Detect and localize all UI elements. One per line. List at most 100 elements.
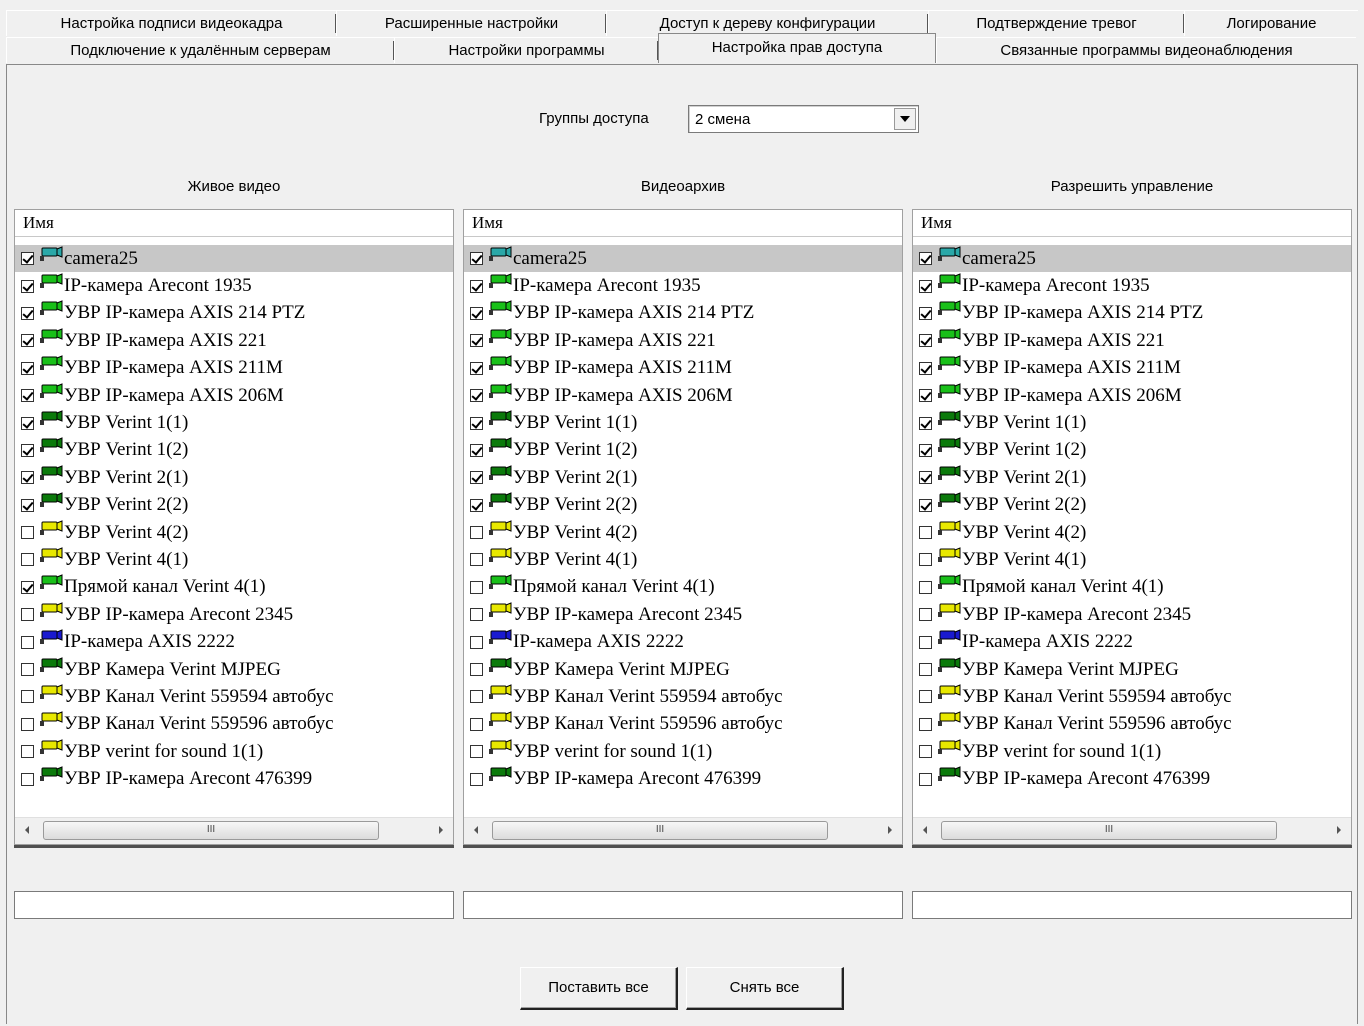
list-item[interactable]: camera25 — [913, 245, 1351, 273]
checkbox[interactable] — [21, 443, 34, 457]
checkbox[interactable] — [919, 279, 932, 293]
allow-control-filter-field[interactable] — [912, 891, 1352, 919]
list-item[interactable]: УВР Канал Verint 559594 автобус — [15, 683, 453, 710]
list-item[interactable]: УВР Verint 2(1) — [464, 464, 902, 491]
list-item[interactable]: УВР IP-камера AXIS 211M — [15, 355, 453, 382]
list-item[interactable]: УВР IP-камера AXIS 214 PTZ — [464, 300, 902, 327]
checkbox[interactable] — [21, 690, 34, 704]
checkbox[interactable] — [919, 443, 932, 457]
list-item[interactable]: УВР Verint 1(1) — [15, 409, 453, 436]
list-item[interactable]: УВР IP-камера AXIS 221 — [464, 327, 902, 354]
list-item[interactable]: УВР Verint 1(2) — [464, 437, 902, 464]
checkbox[interactable] — [470, 526, 483, 540]
list-item[interactable]: УВР IP-камера AXIS 206M — [913, 382, 1351, 409]
tab-remote-servers[interactable]: Подключение к удалённым серверам — [6, 37, 394, 63]
list-item[interactable]: УВР Канал Verint 559596 автобус — [15, 711, 453, 738]
scroll-right-icon[interactable] — [439, 826, 443, 834]
scroll-left-icon[interactable] — [474, 826, 478, 834]
checkbox[interactable] — [21, 526, 34, 540]
checkbox[interactable] — [919, 416, 932, 430]
checkbox[interactable] — [919, 389, 932, 403]
list-item[interactable]: УВР IP-камера Arecont 476399 — [464, 765, 902, 792]
checkbox[interactable] — [21, 252, 34, 266]
checkbox[interactable] — [919, 772, 932, 786]
tab-linked-programs[interactable]: Связанные программы видеонаблюдения — [936, 37, 1356, 63]
checkbox[interactable] — [919, 252, 932, 266]
checkbox[interactable] — [21, 416, 34, 430]
checkbox[interactable] — [919, 580, 932, 594]
list-item[interactable]: УВР Verint 2(2) — [464, 492, 902, 519]
checkbox[interactable] — [470, 279, 483, 293]
checkbox[interactable] — [919, 608, 932, 622]
tab-program-settings[interactable]: Настройки программы — [394, 37, 658, 63]
list-item[interactable]: УВР Verint 2(1) — [913, 464, 1351, 491]
checkbox[interactable] — [470, 717, 483, 731]
list-item[interactable]: УВР Verint 1(2) — [913, 437, 1351, 464]
checkbox[interactable] — [919, 471, 932, 485]
tab-advanced-settings[interactable]: Расширенные настройки — [336, 10, 606, 36]
list-item[interactable]: УВР IP-камера AXIS 211M — [464, 355, 902, 382]
list-item[interactable]: УВР Verint 2(2) — [15, 492, 453, 519]
list-item[interactable]: УВР Verint 1(1) — [464, 409, 902, 436]
horizontal-scrollbar[interactable]: III — [15, 817, 453, 844]
scroll-right-icon[interactable] — [1337, 826, 1341, 834]
list-item[interactable]: УВР IP-камера AXIS 221 — [15, 327, 453, 354]
list-item[interactable]: УВР IP-камера Arecont 2345 — [15, 601, 453, 628]
checkbox[interactable] — [470, 498, 483, 512]
checkbox[interactable] — [470, 389, 483, 403]
scroll-thumb[interactable]: III — [941, 821, 1277, 840]
list-item[interactable]: IP-камера Arecont 1935 — [15, 272, 453, 299]
list-header-name[interactable]: Имя — [15, 210, 453, 237]
checkbox[interactable] — [21, 306, 34, 320]
list-item[interactable]: IP-камера AXIS 2222 — [15, 628, 453, 655]
list-item[interactable]: Прямой канал Verint 4(1) — [464, 574, 902, 601]
list-item[interactable]: УВР Канал Verint 559596 автобус — [464, 711, 902, 738]
live-video-filter-field[interactable] — [14, 891, 454, 919]
checkbox[interactable] — [21, 471, 34, 485]
checkbox[interactable] — [919, 334, 932, 348]
scroll-left-icon[interactable] — [25, 826, 29, 834]
checkbox[interactable] — [470, 772, 483, 786]
scroll-right-icon[interactable] — [888, 826, 892, 834]
list-item[interactable]: УВР Камера Verint MJPEG — [15, 656, 453, 683]
list-item[interactable]: УВР Verint 4(1) — [913, 546, 1351, 573]
list-item[interactable]: УВР IP-камера Arecont 476399 — [15, 765, 453, 792]
list-item[interactable]: Прямой канал Verint 4(1) — [15, 574, 453, 601]
checkbox[interactable] — [470, 471, 483, 485]
checkbox[interactable] — [21, 334, 34, 348]
checkbox[interactable] — [21, 772, 34, 786]
video-archive-list[interactable]: Имя camera25 IP-камера Arecont 1935 УВР IP… — [463, 209, 903, 845]
list-item[interactable]: УВР IP-камера Arecont 2345 — [913, 601, 1351, 628]
list-item[interactable]: УВР IP-камера AXIS 214 PTZ — [913, 300, 1351, 327]
list-item[interactable]: УВР IP-камера AXIS 206M — [464, 382, 902, 409]
checkbox[interactable] — [919, 361, 932, 375]
checkbox[interactable] — [919, 745, 932, 759]
checkbox[interactable] — [21, 389, 34, 403]
list-item[interactable]: УВР Verint 4(2) — [913, 519, 1351, 546]
list-item[interactable]: УВР Канал Verint 559596 автобус — [913, 711, 1351, 738]
list-item[interactable]: УВР IP-камера AXIS 221 — [913, 327, 1351, 354]
checkbox[interactable] — [919, 663, 932, 677]
list-item[interactable]: УВР Verint 4(1) — [464, 546, 902, 573]
scroll-left-icon[interactable] — [923, 826, 927, 834]
checkbox[interactable] — [919, 553, 932, 567]
video-archive-filter-field[interactable] — [463, 891, 903, 919]
list-item[interactable]: УВР IP-камера Arecont 476399 — [913, 765, 1351, 792]
list-header-name[interactable]: Имя — [913, 210, 1351, 237]
checkbox[interactable] — [21, 745, 34, 759]
checkbox[interactable] — [21, 553, 34, 567]
checkbox[interactable] — [470, 635, 483, 649]
list-item[interactable]: УВР Verint 4(2) — [15, 519, 453, 546]
checkbox[interactable] — [470, 416, 483, 430]
access-group-select[interactable]: 2 смена — [688, 105, 919, 133]
checkbox[interactable] — [470, 663, 483, 677]
checkbox[interactable] — [21, 717, 34, 731]
horizontal-scrollbar[interactable]: III — [464, 817, 902, 844]
live-video-list[interactable]: Имя camera25 IP-камера Arecont 1935 УВР IP… — [14, 209, 454, 845]
checkbox[interactable] — [470, 306, 483, 320]
list-item[interactable]: УВР IP-камера AXIS 214 PTZ — [15, 300, 453, 327]
list-item[interactable]: IP-камера AXIS 2222 — [464, 628, 902, 655]
list-item[interactable]: УВР verint for sound 1(1) — [464, 738, 902, 765]
list-item[interactable]: УВР Verint 2(2) — [913, 492, 1351, 519]
list-item[interactable]: УВР verint for sound 1(1) — [913, 738, 1351, 765]
